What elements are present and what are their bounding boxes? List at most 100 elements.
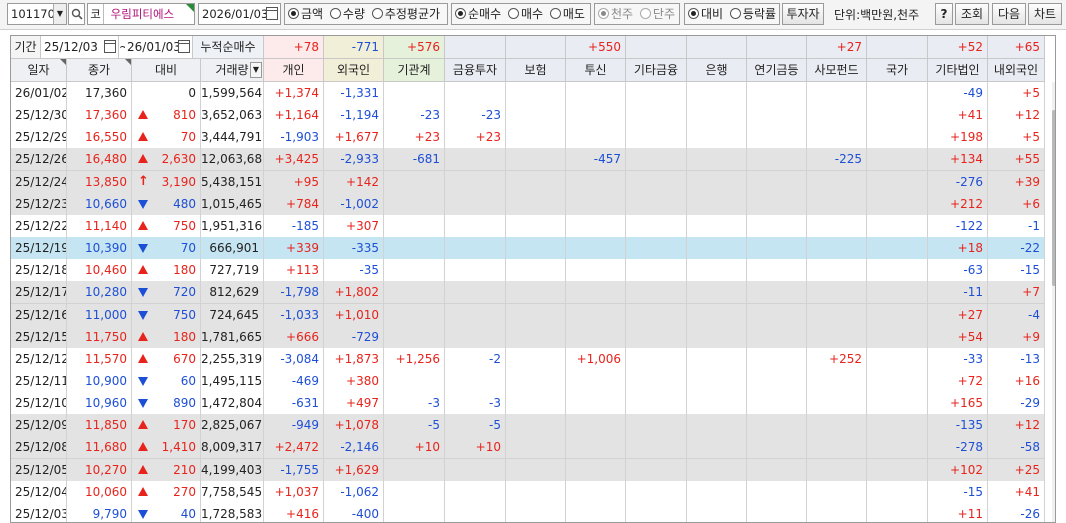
cell-government: [867, 170, 928, 194]
table-row[interactable]: 25/12/19 10,390 70 666,901 +339 -335 +18 -22: [11, 237, 1045, 261]
chart-button[interactable]: 차트: [1028, 3, 1062, 25]
period-to-input[interactable]: 26/01/03: [125, 36, 193, 59]
cell-government: [867, 325, 928, 349]
cell-investment-trust: [566, 126, 626, 150]
cell-volume: 1,472,804: [201, 392, 264, 416]
col-header-private-fund[interactable]: 사모펀드: [807, 59, 867, 82]
radio-single-shares[interactable]: 단주: [639, 7, 678, 21]
cell-close: 17,360: [67, 82, 132, 105]
table-row[interactable]: 25/12/10 10,960 890 1,472,804 -631 +497 -3 -3 +1…: [11, 392, 1045, 416]
col-header-insurance[interactable]: 보험: [506, 59, 566, 82]
col-header-government[interactable]: 국가: [867, 59, 928, 82]
cell-financial-invest: [445, 214, 506, 238]
cell-government: [867, 214, 928, 238]
col-header-domestic-foreign[interactable]: 내외국인: [988, 59, 1045, 82]
table-row[interactable]: 25/12/22 11,140 750 1,951,316 -185 +307 -122 -1: [11, 214, 1045, 238]
col-header-individual[interactable]: 개인: [264, 59, 324, 82]
cell-institution: -3: [384, 392, 445, 416]
cell-investment-trust: [566, 82, 626, 105]
col-header-date[interactable]: 일자: [11, 59, 67, 82]
radio-change-rate[interactable]: 등락률: [729, 7, 779, 21]
calendar-icon[interactable]: [178, 40, 190, 53]
cell-volume: 7,758,545: [201, 480, 264, 504]
col-header-change[interactable]: 대비: [132, 59, 201, 82]
table-row[interactable]: 25/12/26 16,480 2,630 12,063,681 +3,425 -2,93…: [11, 148, 1045, 172]
cell-government: [867, 347, 928, 371]
next-button[interactable]: 다음: [992, 3, 1026, 25]
volume-dropdown-icon[interactable]: ▼: [250, 62, 262, 78]
market-tag: 코: [88, 4, 104, 24]
table-row[interactable]: 25/12/29 16,550 70 3,444,791 -1,903 +1,677 +23…: [11, 126, 1045, 150]
table-row[interactable]: 25/12/12 11,570 670 2,255,319 -3,084 +1,873 +1…: [11, 347, 1045, 371]
cell-government: [867, 82, 928, 105]
col-header-close[interactable]: 종가: [67, 59, 132, 82]
table-row[interactable]: 25/12/15 11,750 180 1,781,665 +666 -729 +54 +9: [11, 325, 1045, 349]
col-header-other-corp[interactable]: 기타법인: [928, 59, 988, 82]
col-header-institution[interactable]: 기관계: [384, 59, 445, 82]
radio-net-buy[interactable]: 순매수: [455, 7, 504, 21]
radio-amount[interactable]: 금액: [288, 7, 326, 21]
date-input[interactable]: 2026/01/03: [198, 3, 281, 25]
cell-individual: +3,425: [264, 148, 324, 172]
dropdown-arrow-icon[interactable]: ▼: [53, 4, 66, 24]
col-header-volume[interactable]: 거래량 ▼: [201, 59, 264, 82]
radio-quantity[interactable]: 수량: [329, 7, 368, 21]
table-row[interactable]: 25/12/03 9,790 40 1,728,583 +416 -400 +11 -26: [11, 502, 1045, 522]
table-row[interactable]: 25/12/11 10,900 60 1,495,115 -469 +380 +72 +16: [11, 369, 1045, 393]
cell-foreign: -1,002: [324, 192, 384, 216]
investor-button[interactable]: 투자자: [782, 3, 824, 25]
cell-individual: +1,037: [264, 480, 324, 504]
table-row[interactable]: 25/12/18 10,460 180 727,719 +113 -35 -63 -15: [11, 259, 1045, 283]
cell-bank: [687, 237, 747, 261]
change-value: 180: [173, 329, 196, 344]
down-triangle-icon: [138, 244, 148, 254]
cell-close: 10,960: [67, 392, 132, 416]
cell-institution: [384, 237, 445, 261]
table-row[interactable]: 25/12/16 11,000 750 724,645 -1,033 +1,010 +27-…: [11, 303, 1045, 327]
table-row[interactable]: 25/12/30 17,360 810 3,652,063 +1,164 -1,194 -2…: [11, 104, 1045, 128]
cell-institution: [384, 458, 445, 482]
col-header-other-finance[interactable]: 기타금융: [626, 59, 687, 82]
table-row[interactable]: 26/01/02 17,360 0 1,599,564 +1,374 -1,331 -49 +…: [11, 82, 1045, 105]
cell-date: 25/12/15: [11, 325, 67, 349]
cell-other-corp: -276: [928, 170, 988, 194]
cell-institution: [384, 325, 445, 349]
calendar-icon[interactable]: [104, 40, 116, 53]
cell-other-corp: +212: [928, 192, 988, 216]
table-row[interactable]: 25/12/24 13,850 ↑ 3,190 5,438,151 +95 +142 -276…: [11, 170, 1045, 194]
table-row[interactable]: 25/12/17 10,280 720 812,629 -1,798 +1,802 -11 +…: [11, 281, 1045, 305]
col-header-bank[interactable]: 은행: [687, 59, 747, 82]
stock-code-input[interactable]: 101170 ▼: [7, 3, 67, 25]
stock-name-field[interactable]: 코 우림피티에스: [87, 3, 195, 25]
radio-buy[interactable]: 매수: [507, 7, 546, 21]
change-value: 0: [188, 86, 196, 100]
table-row[interactable]: 25/12/09 11,850 170 2,825,067 -949 +1,078 -5 -5…: [11, 414, 1045, 438]
cell-change: 0: [132, 82, 201, 105]
radio-compare[interactable]: 대비: [688, 7, 726, 21]
period-from-input[interactable]: 25/12/03: [41, 36, 119, 59]
scrollbar-thumb[interactable]: [1052, 110, 1055, 286]
change-value: 480: [173, 196, 196, 211]
query-button[interactable]: 조회: [955, 3, 989, 25]
table-row[interactable]: 25/12/23 10,660 480 1,015,465 +784 -1,002 +212…: [11, 192, 1045, 216]
calendar-icon[interactable]: [266, 7, 278, 20]
radio-avg-price[interactable]: 추정평균가: [371, 7, 443, 21]
radio-sell[interactable]: 매도: [549, 7, 588, 21]
vertical-scrollbar[interactable]: [1052, 82, 1055, 522]
col-header-foreign[interactable]: 외국인: [324, 59, 384, 82]
table-row[interactable]: 25/12/04 10,060 270 7,758,545 +1,037 -1,062 -1…: [11, 480, 1045, 504]
cell-change: 180: [132, 325, 201, 349]
cell-bank: [687, 281, 747, 305]
col-header-pension[interactable]: 연기금등: [747, 59, 807, 82]
search-button[interactable]: [68, 3, 85, 25]
table-row[interactable]: 25/12/08 11,680 1,410 8,009,317 +2,472 -2,146…: [11, 436, 1045, 460]
cell-private-fund: [807, 436, 867, 460]
help-button[interactable]: ?: [935, 3, 953, 25]
cell-date: 25/12/23: [11, 192, 67, 216]
volume-unit-radio-group: 천주 단주: [594, 3, 680, 25]
table-row[interactable]: 25/12/05 10,270 210 4,199,403 -1,755 +1,629 +1…: [11, 458, 1045, 482]
col-header-financial-invest[interactable]: 금융투자: [445, 59, 506, 82]
col-header-investment-trust[interactable]: 투신: [566, 59, 626, 82]
cell-pension: [747, 259, 807, 283]
radio-thousand-shares[interactable]: 천주: [598, 7, 636, 21]
